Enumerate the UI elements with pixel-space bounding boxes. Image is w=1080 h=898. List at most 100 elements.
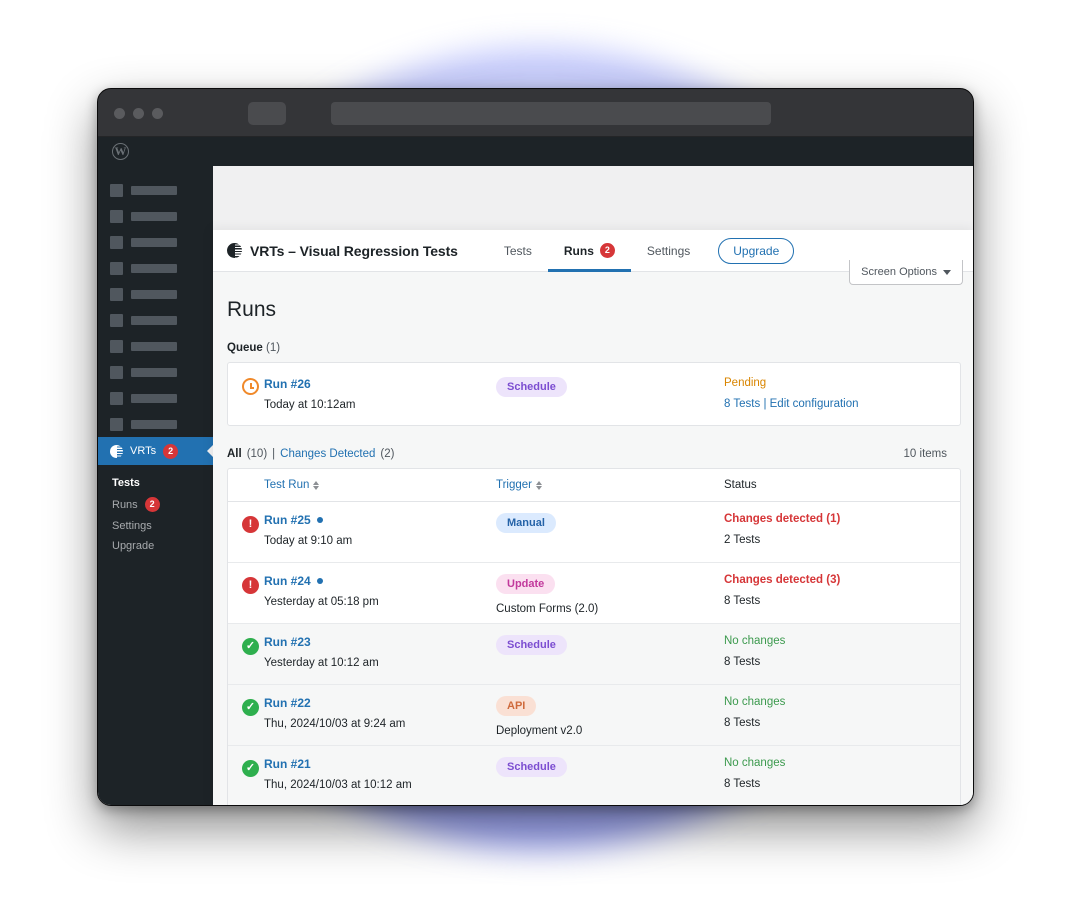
unread-dot-icon [316,578,323,584]
placeholder-label [131,315,177,325]
placeholder-icon [110,209,123,223]
sidebar-item-placeholder[interactable] [98,229,213,255]
placeholder-label [131,263,177,273]
sidebar-item-placeholder[interactable] [98,385,213,411]
table-row[interactable]: ✓ Run #23 Yesterday at 10:12 am Schedule No … [228,624,960,685]
queue-link-separator: | [763,398,767,410]
queue-run-link[interactable]: Run #26 [264,377,496,391]
sidebar-item-placeholder[interactable] [98,203,213,229]
sort-icon[interactable] [313,480,320,490]
queue-edit-configuration-link[interactable]: Edit configuration [770,398,859,410]
sidebar-subitem-label: Tests [112,477,140,489]
trigger-badge: Schedule [496,757,567,777]
tab-settings[interactable]: Settings [631,230,706,272]
queue-label: Queue [227,342,263,354]
tab-label: Settings [646,243,691,258]
error-icon: ! [242,515,259,533]
table-row[interactable]: ✓ Run #21 Thu, 2024/10/03 at 10:12 am Sched… [228,746,960,805]
page-title: Runs [227,298,277,321]
sidebar-item-placeholder[interactable] [98,411,213,437]
run-name: Run #25 [264,513,311,527]
close-button[interactable] [114,108,125,119]
header-status: Status [724,479,960,491]
clock-icon [242,378,259,395]
placeholder-icon [110,313,123,327]
sidebar-vrts-badge: 2 [163,443,179,459]
status-text: No changes [724,635,786,647]
row-status-icon-cell: ! [228,513,264,533]
sidebar-item-placeholder[interactable] [98,359,213,385]
sidebar-item-label: VRTs [130,445,157,457]
queue-status-links: 8 Tests | Edit configuration [724,398,960,410]
sidebar-item-placeholder[interactable] [98,255,213,281]
sidebar-subitem-tests[interactable]: Tests [98,473,213,493]
sidebar-subitem-runs[interactable]: Runs 2 [98,493,213,516]
table-row[interactable]: ! Run #25 Today at 9:10 am Manual Changes de… [228,502,960,563]
sort-icon[interactable] [536,480,542,490]
header-status-label: Status [724,479,757,491]
row-trigger-cell: API Deployment v2.0 [496,696,724,737]
browser-tab[interactable] [248,102,286,125]
row-status-icon-cell: ! [228,574,264,594]
sidebar-item-placeholder[interactable] [98,307,213,333]
header-trigger[interactable]: Trigger [496,479,724,491]
plugin-title: VRTs – Visual Regression Tests [227,243,458,259]
wordpress-logo-icon[interactable]: W [112,143,129,160]
run-link[interactable]: Run #24 [264,574,496,588]
row-run-cell: Run #25 Today at 9:10 am [264,513,496,547]
tab-badge: 2 [599,243,615,258]
filter-changes-detected-link[interactable]: Changes Detected [280,448,375,460]
queue-run-name: Run #26 [264,377,311,391]
sidebar-item-placeholder[interactable] [98,177,213,203]
queue-row[interactable]: Run #26 Today at 10:12am Schedule Pendin… [227,362,961,426]
placeholder-label [131,211,177,221]
filter-changes-count: (2) [380,448,395,460]
table-row[interactable]: ✓ Run #22 Thu, 2024/10/03 at 9:24 am API Dep… [228,685,960,746]
sidebar-item-vrts[interactable]: VRTs 2 [98,437,213,465]
run-link[interactable]: Run #23 [264,635,496,649]
wp-admin-bar: W [98,137,973,166]
table-row[interactable]: ! Run #24 Yesterday at 05:18 pm Update Custo… [228,563,960,624]
minimize-button[interactable] [133,108,144,119]
sidebar-menu-skeleton [98,166,213,437]
success-icon: ✓ [242,699,259,716]
header-test-run-label: Test Run [264,479,310,491]
trigger-detail: Deployment v2.0 [496,725,583,737]
run-link[interactable]: Run #21 [264,757,496,771]
queue-tests-link[interactable]: 8 Tests [724,398,760,410]
sidebar-subitem-upgrade[interactable]: Upgrade [98,536,213,556]
queue-section-label: Queue (1) [227,342,961,354]
tests-count: 8 Tests [724,595,761,607]
tests-count: 8 Tests [724,656,761,668]
trigger-badge: Update [496,574,556,594]
tab-runs[interactable]: Runs 2 [547,230,631,272]
header-test-run[interactable]: Test Run [264,479,496,491]
sidebar-item-placeholder[interactable] [98,281,213,307]
placeholder-label [131,393,177,403]
placeholder-icon [110,365,123,379]
status-text: Changes detected (1) [724,513,841,525]
status-text: No changes [724,696,786,708]
filter-links: All (10) | Changes Detected (2) [227,448,394,460]
tab-tests[interactable]: Tests [488,230,548,272]
maximize-button[interactable] [152,108,163,119]
queue-status-icon-cell [228,377,264,400]
table-header-row: Test Run Trigger Status [228,469,960,502]
error-icon: ! [242,576,259,594]
run-date: Thu, 2024/10/03 at 10:12 am [264,779,412,791]
sidebar-subitem-badge: 2 [144,497,160,512]
sidebar-subitem-settings[interactable]: Settings [98,516,213,536]
run-link[interactable]: Run #22 [264,696,496,710]
upgrade-button[interactable]: Upgrade [718,237,795,264]
tests-count: 8 Tests [724,717,761,729]
row-run-cell: Run #23 Yesterday at 10:12 am [264,635,496,669]
filter-all-label[interactable]: All [227,448,242,460]
row-status-cell: No changes 8 Tests [724,635,960,668]
address-bar[interactable] [331,102,771,125]
row-status-icon-cell: ✓ [228,635,264,655]
plugin-content: Runs Queue (1) Run #26 Today at 10:12am [213,272,973,805]
wp-admin-sidebar: VRTs 2 Tests Runs 2 Settings Upgrade [98,166,213,805]
run-link[interactable]: Run #25 [264,513,496,527]
row-status-cell: Changes detected (1) 2 Tests [724,513,960,546]
sidebar-item-placeholder[interactable] [98,333,213,359]
